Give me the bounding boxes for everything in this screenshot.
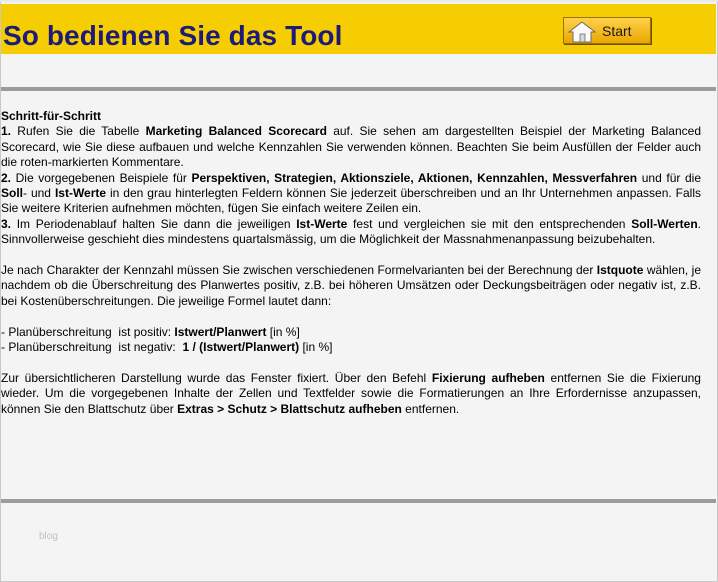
separator-bottom [1, 499, 716, 503]
steps-heading: Schritt-für-Schritt [1, 109, 101, 123]
step-2: 2. Die vorgegebenen Beispiele für Perspe… [1, 170, 702, 216]
fixation-info: Zur übersichtlicheren Darstellung wurde … [1, 370, 701, 416]
step-3: 3. Im Periodenablauf halten Sie dann die… [1, 216, 701, 247]
separator-top [1, 87, 716, 91]
start-button-label: Start [602, 23, 632, 39]
step-1: 1. Rufen Sie die Tabelle Marketing Balan… [1, 124, 701, 170]
house-icon [568, 21, 596, 43]
formula-info: Je nach Charakter der Kennzahl müssen Si… [1, 263, 701, 308]
header-bar: So bedienen Sie das Tool Start [1, 4, 716, 54]
formula-negative: - Planüberschreitung ist negativ: 1 / (I… [1, 340, 333, 355]
watermark: blog [39, 531, 58, 542]
instructions-text: Schritt-für-Schritt 1. Rufen Sie die Tab… [1, 109, 701, 417]
page-title: So bedienen Sie das Tool [3, 20, 343, 51]
formula-positive: - Planüberschreitung ist positiv: Istwer… [1, 324, 300, 339]
top-border [0, 0, 718, 2]
start-button[interactable]: Start [563, 17, 651, 44]
